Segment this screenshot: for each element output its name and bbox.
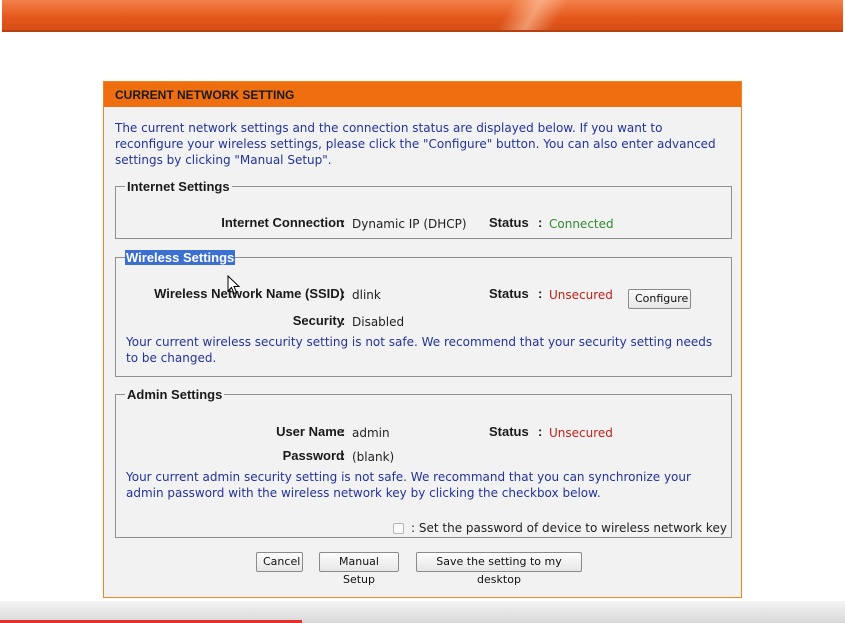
bottom-strip <box>0 601 845 623</box>
manual-setup-button[interactable]: Manual Setup <box>319 552 399 586</box>
admin-settings-group: Admin Settings User Name : admin Status … <box>115 387 732 538</box>
security-value: Disabled <box>352 315 405 329</box>
ssid-value: dlink <box>352 288 381 302</box>
sync-password-checkbox[interactable] <box>393 523 404 534</box>
username-label: User Name <box>276 424 344 439</box>
internet-status-label: Status <box>489 215 529 230</box>
admin-settings-legend: Admin Settings <box>127 387 223 402</box>
username-value: admin <box>352 426 390 440</box>
save-to-desktop-button[interactable]: Save the setting to my desktop <box>416 552 582 586</box>
wireless-status-label: Status <box>489 286 529 301</box>
colon: : <box>341 215 346 230</box>
configure-button[interactable]: Configure <box>628 289 691 309</box>
panel-title: CURRENT NETWORK SETTING <box>104 82 741 107</box>
wireless-settings-group: Wireless Settings Wireless Network Name … <box>115 250 732 377</box>
admin-status-value: Unsecured <box>549 426 613 440</box>
intro-text: The current network settings and the con… <box>115 121 716 167</box>
current-network-setting-panel: CURRENT NETWORK SETTING The current netw… <box>103 81 742 598</box>
admin-warning-text: Your current admin security setting is n… <box>126 470 691 500</box>
admin-status-label: Status <box>489 424 529 439</box>
sync-password-label: : Set the password of device to wireless… <box>411 521 727 535</box>
cancel-button[interactable]: Cancel <box>256 552 303 572</box>
colon: : <box>538 424 543 439</box>
colon: : <box>538 286 543 301</box>
wireless-settings-legend: Wireless Settings <box>125 250 236 265</box>
internet-status-value: Connected <box>549 217 614 231</box>
security-label: Security <box>292 313 344 328</box>
colon: : <box>341 313 346 328</box>
colon: : <box>341 424 346 439</box>
banner-edge <box>2 30 843 32</box>
colon: : <box>341 286 346 301</box>
colon: : <box>341 448 346 463</box>
ssid-label: Wireless Network Name (SSID) <box>154 286 344 301</box>
internet-settings-legend: Internet Settings <box>127 179 230 194</box>
wireless-warning-text: Your current wireless security setting i… <box>126 335 713 365</box>
password-label: Password <box>282 448 344 463</box>
password-value: (blank) <box>352 450 395 464</box>
colon: : <box>538 215 543 230</box>
internet-connection-label: Internet Connection <box>221 215 344 230</box>
header-banner <box>2 0 843 32</box>
internet-connection-value: Dynamic IP (DHCP) <box>352 217 467 231</box>
internet-settings-group: Internet Settings Internet Connection : … <box>115 179 732 239</box>
banner-highlight <box>472 0 592 32</box>
mouse-pointer-icon <box>227 275 241 295</box>
wireless-status-value: Unsecured <box>549 288 613 302</box>
